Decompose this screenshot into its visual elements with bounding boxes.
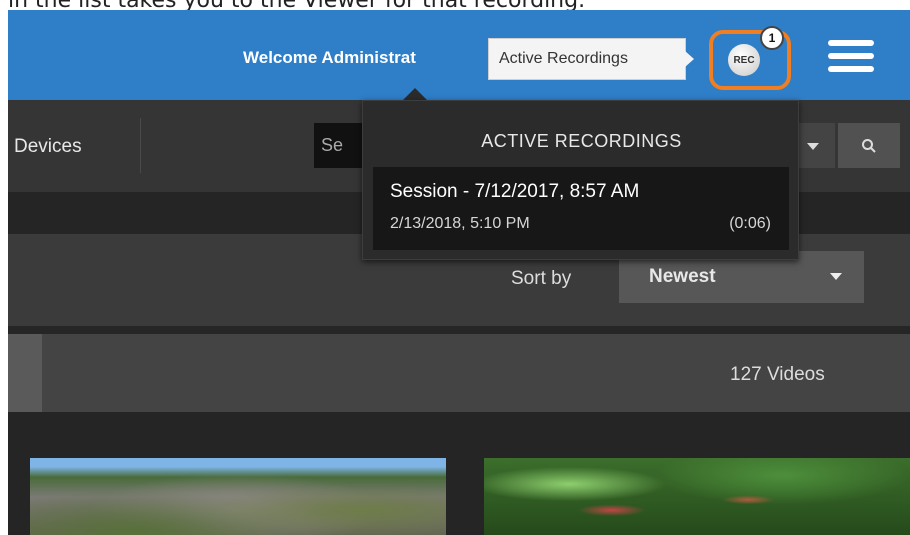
sort-selected-value: Newest — [649, 266, 716, 287]
search-button[interactable] — [838, 123, 900, 168]
view-tab[interactable] — [8, 334, 42, 412]
search-icon — [862, 138, 876, 153]
nav-divider — [140, 118, 141, 173]
video-count: 127 Videos — [730, 364, 825, 385]
sort-label: Sort by — [511, 268, 572, 289]
top-bar: Welcome Administrat Active Recordings RE… — [8, 10, 910, 100]
popup-arrow — [403, 88, 427, 100]
welcome-text: Welcome Administrat — [243, 48, 416, 67]
tooltip-arrow — [685, 51, 694, 67]
app-window: Welcome Administrat Active Recordings RE… — [8, 10, 910, 535]
rec-count-badge: 1 — [760, 26, 784, 50]
video-thumbnail[interactable] — [484, 458, 910, 535]
divider-strip-2 — [8, 326, 910, 334]
rec-highlight: REC 1 — [709, 26, 791, 90]
recording-date: 2/13/2018, 5:10 PM — [390, 215, 530, 232]
active-recordings-popup: ACTIVE RECORDINGS Session - 7/12/2017, 8… — [362, 100, 799, 260]
nav-item-devices[interactable]: Devices — [14, 136, 82, 158]
video-thumbnail[interactable] — [30, 458, 446, 535]
recording-session-name: Session - 7/12/2017, 8:57 AM — [390, 181, 640, 202]
chevron-down-icon — [830, 273, 842, 280]
instruction-caption: in the list takes you to the Viewer for … — [8, 0, 586, 13]
recording-list-item[interactable]: Session - 7/12/2017, 8:57 AM 2/13/2018, … — [373, 167, 789, 250]
recording-duration: (0:06) — [729, 215, 771, 232]
rec-icon[interactable]: REC — [728, 44, 760, 76]
search-filter-dropdown[interactable] — [795, 123, 835, 168]
menu-icon[interactable] — [828, 38, 874, 74]
active-recordings-tooltip: Active Recordings — [488, 38, 686, 80]
popup-title: ACTIVE RECORDINGS — [481, 131, 682, 151]
